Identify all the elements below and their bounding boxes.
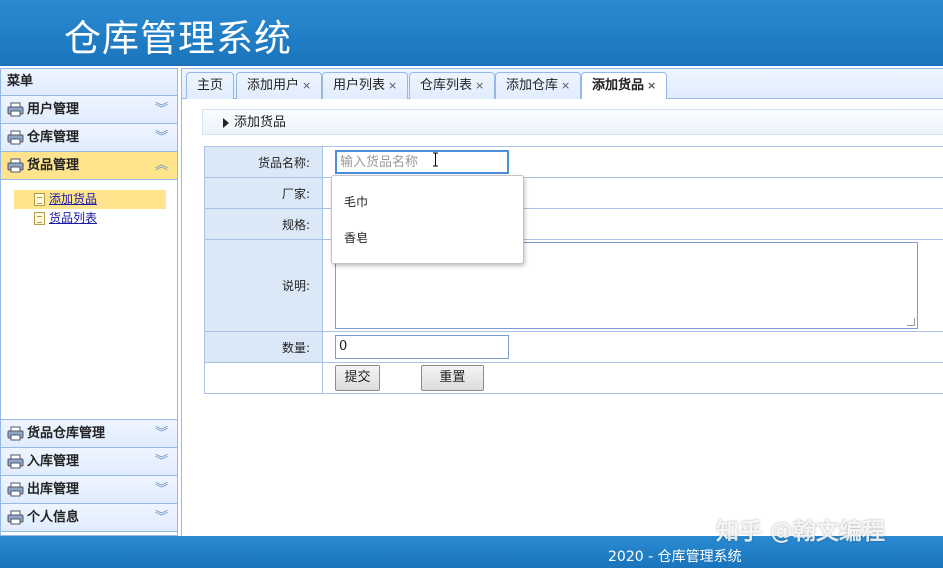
quantity-input[interactable]: 0 <box>335 335 509 359</box>
sidebar-group-body: 添加货品 货品列表 <box>1 180 177 420</box>
printer-icon <box>7 102 24 117</box>
sidebar-group-warehouse-management[interactable]: 仓库管理 ︾ <box>1 124 177 152</box>
expand-icon[interactable]: ︾ <box>155 96 168 123</box>
tab-add-user[interactable]: 添加用户 × <box>236 72 323 100</box>
app-title: 仓库管理系统 <box>64 17 292 60</box>
goods-name-placeholder: 输入货品名称 <box>340 155 419 170</box>
empty-cell <box>204 362 323 394</box>
sidebar-group-user-management[interactable]: 用户管理 ︾ <box>1 96 177 124</box>
expand-icon[interactable]: ︾ <box>155 448 168 475</box>
close-icon[interactable]: × <box>302 79 311 92</box>
sidebar-group-personal-info[interactable]: 个人信息 ︾ <box>1 504 177 532</box>
printer-icon <box>7 454 24 469</box>
tab-bar: 主页 添加用户 × 用户列表 × 仓库列表 × 添加仓库 × 添加货品 × <box>181 68 943 101</box>
sidebar-group-label: 货品管理 <box>27 158 80 173</box>
breadcrumb: 添加货品 <box>202 109 943 135</box>
tab-label: 仓库列表 <box>420 78 473 93</box>
footer-copyright: 2020 - 仓库管理系统 <box>608 549 742 565</box>
sidebar-item-link[interactable]: 货品列表 <box>49 211 97 225</box>
sidebar-group-label: 仓库管理 <box>27 130 80 145</box>
collapse-icon[interactable]: ︽ <box>155 152 168 179</box>
watermark: 知乎 @翰文编程 <box>716 519 886 545</box>
goods-name-label: 货品名称: <box>204 146 323 178</box>
close-icon[interactable]: × <box>388 79 397 92</box>
expand-icon[interactable]: ︾ <box>155 420 168 447</box>
tab-add-warehouse[interactable]: 添加仓库 × <box>495 72 582 100</box>
close-icon[interactable]: × <box>647 79 656 92</box>
maker-label: 厂家: <box>204 177 323 209</box>
quantity-label: 数量: <box>204 331 323 363</box>
expand-icon[interactable]: ︾ <box>155 476 168 503</box>
description-label: 说明: <box>204 239 323 332</box>
sidebar-item-link[interactable]: 添加货品 <box>49 192 97 206</box>
printer-icon <box>7 130 24 145</box>
sidebar-group-goods-management[interactable]: 货品管理 ︽ <box>1 152 177 180</box>
expand-icon[interactable]: ︾ <box>155 504 168 531</box>
sidebar: 菜单 用户管理 ︾ 仓库管理 ︾ 货品管理 ︽ 添加货品 货品列表 货品仓库管理… <box>0 68 178 536</box>
reset-button[interactable]: 重置 <box>420 365 484 391</box>
printer-icon <box>7 482 24 497</box>
sidebar-group-goods-warehouse[interactable]: 货品仓库管理 ︾ <box>1 420 177 448</box>
printer-icon <box>7 510 24 525</box>
add-goods-form: 货品名称: 输入货品名称 厂家: 规格: 说明: 数量: 0 提交 重置 <box>204 146 943 394</box>
resize-grip-icon[interactable] <box>907 318 915 326</box>
expand-icon[interactable]: ︾ <box>155 124 168 151</box>
sidebar-menu-title: 菜单 <box>1 69 177 96</box>
sidebar-group-label: 用户管理 <box>27 102 80 117</box>
printer-icon <box>7 158 24 173</box>
tab-label: 主页 <box>197 78 224 93</box>
tab-label: 添加仓库 <box>506 78 559 93</box>
sidebar-group-label: 个人信息 <box>27 510 80 525</box>
breadcrumb-label: 添加货品 <box>234 115 287 130</box>
main-content: 添加货品 货品名称: 输入货品名称 厂家: 规格: 说明: 数量: 0 提交 重… <box>181 99 943 536</box>
tab-label: 添加货品 <box>592 78 645 93</box>
sidebar-item-add-goods[interactable]: 添加货品 <box>14 190 166 209</box>
spec-label: 规格: <box>204 208 323 240</box>
tab-add-goods[interactable]: 添加货品 × <box>581 72 668 101</box>
close-icon[interactable]: × <box>561 79 570 92</box>
sidebar-item-goods-list[interactable]: 货品列表 <box>14 209 166 228</box>
document-icon <box>34 193 45 206</box>
goods-name-input[interactable]: 输入货品名称 <box>335 150 509 174</box>
printer-icon <box>7 426 24 441</box>
autocomplete-option[interactable]: 香皂 <box>344 229 368 246</box>
sidebar-group-label: 出库管理 <box>27 482 80 497</box>
text-cursor-icon <box>433 152 438 167</box>
autocomplete-dropdown: 毛巾 香皂 <box>331 175 524 264</box>
submit-button[interactable]: 提交 <box>335 365 380 391</box>
autocomplete-option[interactable]: 毛巾 <box>344 193 368 210</box>
sidebar-group-outbound[interactable]: 出库管理 ︾ <box>1 476 177 504</box>
tab-home[interactable]: 主页 <box>186 72 235 100</box>
tab-label: 添加用户 <box>247 78 300 93</box>
tab-label: 用户列表 <box>333 78 386 93</box>
tab-warehouse-list[interactable]: 仓库列表 × <box>409 72 496 100</box>
sidebar-group-inbound[interactable]: 入库管理 ︾ <box>1 448 177 476</box>
caret-right-icon <box>223 118 229 128</box>
tab-user-list[interactable]: 用户列表 × <box>322 72 409 100</box>
sidebar-group-label: 入库管理 <box>27 454 80 469</box>
sidebar-group-label: 货品仓库管理 <box>27 426 106 441</box>
close-icon[interactable]: × <box>475 79 484 92</box>
app-header: 仓库管理系统 <box>0 0 943 66</box>
document-icon <box>34 212 45 225</box>
